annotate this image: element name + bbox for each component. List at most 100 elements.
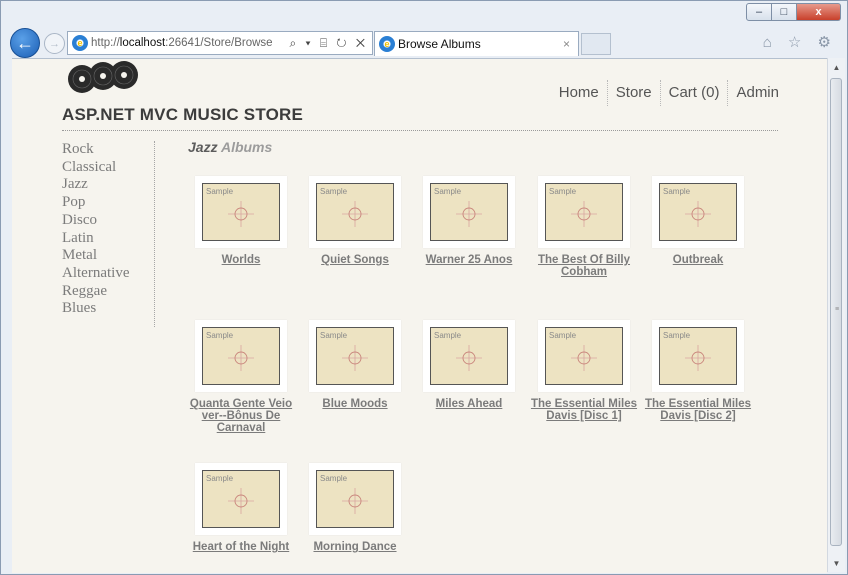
album-art-placeholder[interactable]: Sample <box>652 320 744 392</box>
genre-jazz[interactable]: Jazz <box>62 176 154 194</box>
address-prefix: http:// <box>91 37 120 49</box>
album-title-link[interactable]: The Essential Miles Davis [Disc 2] <box>643 398 753 422</box>
page-heading: Jazz Albums <box>188 139 272 155</box>
new-tab-button[interactable] <box>581 33 611 55</box>
home-favorites-tools-icons[interactable]: ⌂ ☆ ⚙ <box>763 33 837 51</box>
tab-close-icon[interactable]: × <box>563 37 570 51</box>
album-art-placeholder[interactable]: Sample <box>309 463 401 535</box>
genre-metal[interactable]: Metal <box>62 247 154 265</box>
page-viewport: ASP.NET MVC MUSIC STORE Home Store Cart … <box>12 58 827 573</box>
album-title-link[interactable]: Miles Ahead <box>414 398 524 410</box>
forward-button[interactable]: → <box>44 33 65 54</box>
sample-image-icon: Sample <box>316 183 394 241</box>
maximize-button[interactable]: □ <box>772 3 797 21</box>
sample-image-icon: Sample <box>545 327 623 385</box>
genre-blues[interactable]: Blues <box>62 300 154 318</box>
scroll-thumb[interactable]: ≡ <box>830 78 842 546</box>
address-tools-icons[interactable]: ⌕ ▾ ⌸ ↻ ✕ <box>289 36 368 51</box>
album-item: Sample Heart of the Night <box>186 463 296 553</box>
album-title-link[interactable]: Quanta Gente Veio ver--Bônus De Carnaval <box>186 398 296 434</box>
album-item: Sample Blue Moods <box>300 320 410 410</box>
album-art-placeholder[interactable]: Sample <box>309 320 401 392</box>
album-item: Sample The Best Of Billy Cobham <box>529 176 639 278</box>
album-title-link[interactable]: Quiet Songs <box>300 254 410 266</box>
sample-text: Sample <box>320 331 348 340</box>
sample-text: Sample <box>434 331 462 340</box>
close-window-button[interactable]: x <box>797 3 841 21</box>
heading-genre: Jazz <box>188 139 218 155</box>
scroll-up-arrow-icon[interactable]: ▲ <box>828 60 845 74</box>
album-item: Sample Miles Ahead <box>414 320 524 410</box>
tab-browse-albums[interactable]: e Browse Albums × <box>374 31 579 56</box>
heading-suffix: Albums <box>220 139 273 155</box>
album-art-placeholder[interactable]: Sample <box>195 176 287 248</box>
album-art-placeholder[interactable]: Sample <box>538 320 630 392</box>
genre-classical[interactable]: Classical <box>62 159 154 177</box>
sample-text: Sample <box>320 474 348 483</box>
forward-arrow-icon: → <box>49 37 60 50</box>
album-art-placeholder[interactable]: Sample <box>309 176 401 248</box>
album-art-placeholder[interactable]: Sample <box>195 463 287 535</box>
nav-home[interactable]: Home <box>551 80 607 106</box>
sample-text: Sample <box>320 187 348 196</box>
sample-text: Sample <box>434 187 462 196</box>
sample-text: Sample <box>206 331 234 340</box>
genre-rock[interactable]: Rock <box>62 141 154 159</box>
genre-pop[interactable]: Pop <box>62 194 154 212</box>
album-title-link[interactable]: Worlds <box>186 254 296 266</box>
genre-alternative[interactable]: Alternative <box>62 265 154 283</box>
sample-text: Sample <box>206 187 234 196</box>
sample-image-icon: Sample <box>545 183 623 241</box>
sample-image-icon: Sample <box>202 183 280 241</box>
sample-image-icon: Sample <box>430 183 508 241</box>
header-divider <box>62 130 778 131</box>
top-navigation: Home Store Cart (0) Admin <box>551 80 787 106</box>
sample-text: Sample <box>663 187 691 196</box>
vertical-scrollbar[interactable]: ▲ ≡ ▼ <box>827 58 845 572</box>
sample-image-icon: Sample <box>202 327 280 385</box>
address-bar[interactable]: e http://localhost:26641/Store/Browse ⌕ … <box>67 31 373 55</box>
album-art-placeholder[interactable]: Sample <box>423 176 515 248</box>
sample-image-icon: Sample <box>659 327 737 385</box>
window-controls: – □ x <box>746 3 841 21</box>
grip-icon: ≡ <box>835 306 840 313</box>
album-art-placeholder[interactable]: Sample <box>538 176 630 248</box>
sample-text: Sample <box>549 331 577 340</box>
album-title-link[interactable]: Morning Dance <box>300 541 410 553</box>
genre-latin[interactable]: Latin <box>62 230 154 248</box>
genre-reggae[interactable]: Reggae <box>62 283 154 301</box>
genre-disco[interactable]: Disco <box>62 212 154 230</box>
back-button[interactable]: ← <box>10 28 40 58</box>
nav-admin[interactable]: Admin <box>727 80 787 106</box>
minimize-button[interactable]: – <box>746 3 772 21</box>
ie-page-icon: e <box>72 35 88 51</box>
sample-image-icon: Sample <box>202 470 280 528</box>
tab-title: Browse Albums <box>398 37 481 51</box>
address-path: :26641/Store/Browse <box>165 37 273 49</box>
scroll-down-arrow-icon[interactable]: ▼ <box>828 556 845 570</box>
back-arrow-icon: ← <box>16 32 34 53</box>
album-item: Sample The Essential Miles Davis [Disc 1] <box>529 320 639 422</box>
album-art-placeholder[interactable]: Sample <box>423 320 515 392</box>
album-title-link[interactable]: Blue Moods <box>300 398 410 410</box>
sample-text: Sample <box>549 187 577 196</box>
sample-image-icon: Sample <box>316 327 394 385</box>
nav-cart[interactable]: Cart (0) <box>659 80 728 106</box>
browser-window: – □ x ← → e http://localhost:26641/Store… <box>0 0 848 575</box>
album-title-link[interactable]: Warner 25 Anos <box>414 254 524 266</box>
album-title-link[interactable]: Heart of the Night <box>186 541 296 553</box>
album-item: Sample Worlds <box>186 176 296 266</box>
album-title-link[interactable]: The Best Of Billy Cobham <box>529 254 639 278</box>
album-title-link[interactable]: Outbreak <box>643 254 753 266</box>
nav-store[interactable]: Store <box>606 80 660 106</box>
album-art-placeholder[interactable]: Sample <box>652 176 744 248</box>
album-item: Sample Outbreak <box>643 176 753 266</box>
music-store-logo <box>68 61 138 93</box>
site-title: ASP.NET MVC MUSIC STORE <box>62 105 304 124</box>
sample-image-icon: Sample <box>316 470 394 528</box>
sample-image-icon: Sample <box>659 183 737 241</box>
album-art-placeholder[interactable]: Sample <box>195 320 287 392</box>
album-title-link[interactable]: The Essential Miles Davis [Disc 1] <box>529 398 639 422</box>
album-item: Sample Morning Dance <box>300 463 410 553</box>
sample-text: Sample <box>663 331 691 340</box>
